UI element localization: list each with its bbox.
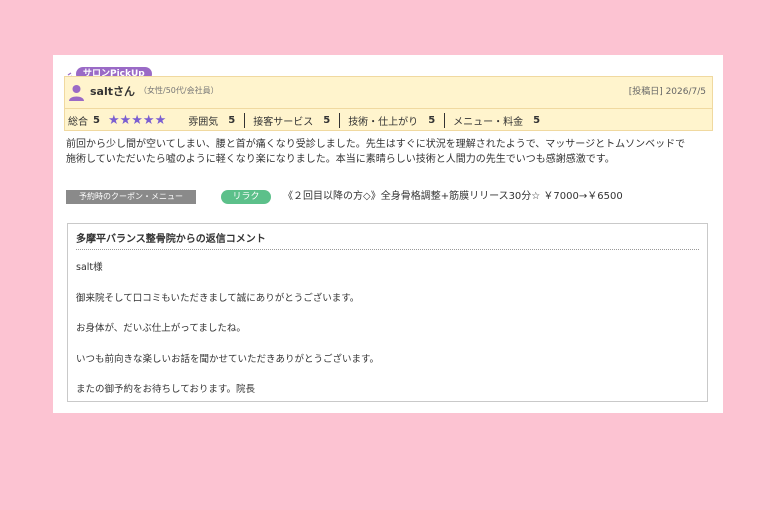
reply-line: salt様 — [76, 262, 103, 273]
post-date: [投稿日] 2026/7/5 — [628, 87, 706, 97]
person-icon — [69, 85, 84, 101]
coupon-link[interactable]: 《２回目以降の方◇》全身骨格調整+筋膜リリース30分☆ ￥7000→￥6500 — [283, 190, 623, 204]
divider — [444, 112, 446, 128]
overall-rating-label: 総合 — [68, 116, 88, 128]
rating-label-service: 接客サービス — [253, 116, 314, 128]
coupon-label: 予約時のクーポン・メニュー — [66, 190, 196, 204]
reply-divider — [76, 249, 699, 250]
divider — [244, 112, 246, 128]
review-line: 施術していただいたら嘘のように軽くなり楽になりました。本当に素晴らしい技術と人間… — [66, 154, 615, 165]
reply-line: いつも前向きな楽しいお話を聞かせていただきありがとうございます。 — [76, 353, 380, 365]
star-rating-icon: ★★★★★ — [107, 112, 167, 128]
review-header: saltさん （女性/50代/会社員） [投稿日] 2026/7/5 総合 5 … — [64, 76, 713, 131]
reviewer-name[interactable]: saltさん — [90, 83, 135, 99]
rating-value-service: 5 — [323, 114, 331, 126]
rating-value-atmosphere: 5 — [228, 114, 236, 126]
reply-comment-box: 多摩平バランス整骨院からの返信コメント salt様 御来院そして口コミもいただき… — [67, 223, 708, 402]
reply-line: 御来院そして口コミもいただきまして誠にありがとうございます。 — [76, 292, 360, 304]
rating-label-atmosphere: 雰囲気 — [188, 116, 219, 128]
review-card: サロンPickUp saltさん （女性/50代/会社員） [投稿日] 2026… — [53, 55, 723, 413]
reply-line: またの御予約をお待ちしております。院長 — [76, 384, 255, 395]
ratings-row: 総合 5 ★★★★★ 雰囲気 5 接客サービス 5 技術・仕上がり 5 メニュー… — [65, 108, 712, 131]
rating-label-menu-price: メニュー・料金 — [453, 116, 524, 128]
rating-label-technique: 技術・仕上がり — [348, 116, 419, 128]
review-text: 前回から少し間が空いてしまい、腰と首が痛くなり受診しました。先生はすぐに状況を理… — [66, 137, 716, 167]
reviewer-meta: （女性/50代/会社員） — [139, 86, 219, 95]
overall-rating-value: 5 — [93, 114, 100, 126]
reply-body: salt様 御来院そして口コミもいただきまして誠にありがとうございます。 お身体… — [76, 260, 379, 413]
rating-value-technique: 5 — [428, 114, 436, 126]
reply-title: 多摩平バランス整骨院からの返信コメント — [76, 234, 266, 245]
review-line: 前回から少し間が空いてしまい、腰と首が痛くなり受診しました。先生はすぐに状況を理… — [66, 139, 686, 150]
rating-value-menu-price: 5 — [533, 114, 541, 126]
reply-line: お身体が、だいぶ仕上がってましたね。 — [76, 323, 246, 334]
coupon-category-tag: リラク — [221, 190, 271, 204]
divider — [339, 112, 341, 128]
